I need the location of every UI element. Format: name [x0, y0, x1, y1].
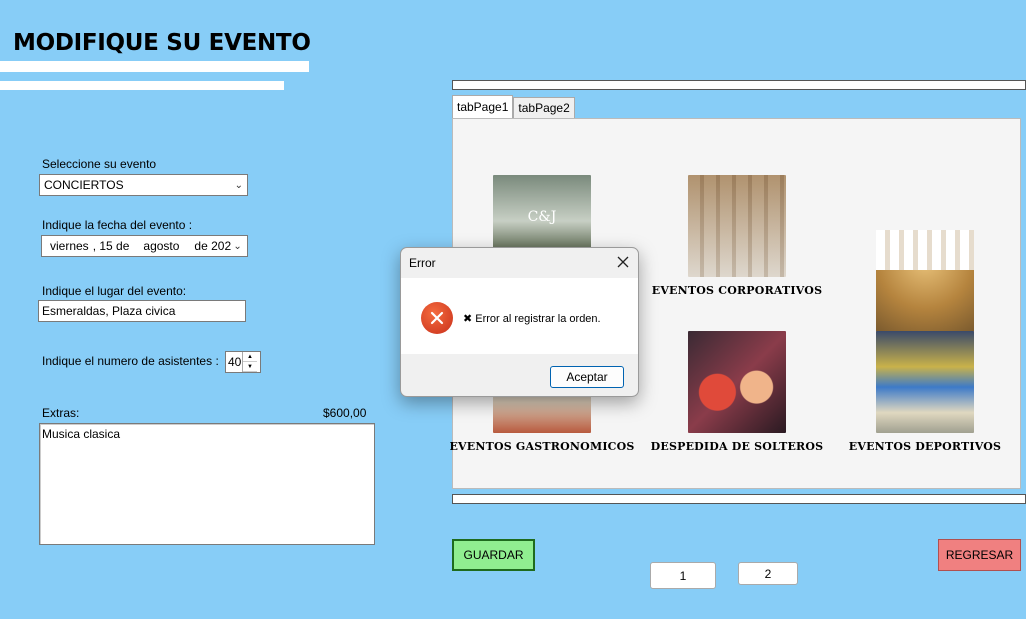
top-divider — [452, 80, 1026, 90]
event-caption: EVENTOS GASTRONOMICOS — [449, 440, 635, 453]
date-month[interactable]: agosto — [143, 239, 179, 253]
save-button[interactable]: GUARDAR — [452, 539, 535, 571]
dialog-message: ✖ Error al registrar la orden. — [463, 313, 601, 325]
back-button[interactable]: REGRESAR — [938, 539, 1021, 571]
stepper-down-icon[interactable]: ▼ — [243, 362, 257, 372]
event-place-label: Indique el lugar del evento: — [42, 284, 187, 298]
event-card-corporate[interactable]: EVENTOS CORPORATIVOS — [637, 175, 837, 297]
event-date-label: Indique la fecha del evento : — [42, 218, 193, 232]
event-place-input[interactable]: Esmeraldas, Plaza civica — [38, 300, 246, 322]
extras-price: $600,00 — [323, 406, 367, 420]
dialog-body: ✖ Error al registrar la orden. — [401, 278, 638, 354]
date-year[interactable]: de 2025 — [194, 239, 231, 253]
page-title: MODIFIQUE SU EVENTO — [13, 30, 311, 56]
event-type-label: Seleccione su evento — [42, 157, 157, 171]
chevron-down-icon[interactable]: ⌄ — [233, 241, 241, 252]
event-date-picker[interactable]: viernes , 15 de agosto de 2025 ⌄ — [41, 235, 248, 257]
event-type-select[interactable]: CONCIERTOS ⌄ — [39, 174, 248, 196]
event-card-baptism[interactable]: BAUTIZO — [825, 175, 1025, 352]
event-caption: EVENTOS CORPORATIVOS — [651, 284, 823, 297]
event-card-bachelor[interactable]: DESPEDIDA DE SOLTEROS — [637, 331, 837, 453]
date-day[interactable]: , 15 de — [93, 239, 130, 253]
page-1-button[interactable]: 1 — [650, 562, 716, 589]
title-underline-bar-2 — [0, 81, 284, 90]
event-image[interactable] — [688, 331, 786, 433]
event-image[interactable] — [688, 175, 786, 277]
attendees-label: Indique el numero de asistentes : — [42, 354, 219, 368]
bottom-divider — [452, 494, 1026, 504]
event-card-sports[interactable]: EVENTOS DEPORTIVOS — [825, 331, 1025, 453]
event-image[interactable] — [876, 230, 974, 332]
event-type-value: CONCIERTOS — [44, 178, 124, 192]
error-dialog: Error ✖ Error al registrar la orden. Ace… — [400, 247, 639, 397]
stepper-up-icon[interactable]: ▲ — [243, 352, 257, 362]
tab-page2[interactable]: tabPage2 — [513, 97, 575, 118]
extras-label: Extras: — [42, 406, 80, 420]
tab-strip: tabPage1 tabPage2 — [452, 95, 575, 118]
error-icon — [421, 302, 453, 334]
dialog-title: Error — [409, 256, 436, 270]
page-2-button[interactable]: 2 — [738, 562, 798, 585]
title-underline-bar — [0, 61, 309, 72]
extras-textarea[interactable]: Musica clasica — [39, 423, 375, 545]
close-icon[interactable] — [608, 248, 638, 276]
ok-button[interactable]: Aceptar — [550, 366, 624, 388]
attendees-value[interactable]: 40 — [226, 352, 242, 372]
event-caption: DESPEDIDA DE SOLTEROS — [650, 440, 824, 453]
event-caption: EVENTOS DEPORTIVOS — [848, 440, 1002, 453]
chevron-down-icon: ⌄ — [234, 179, 243, 191]
tab-page1[interactable]: tabPage1 — [452, 95, 514, 118]
date-weekday[interactable]: viernes — [50, 239, 89, 253]
event-image[interactable] — [876, 331, 974, 433]
attendees-stepper[interactable]: 40 ▲ ▼ — [225, 351, 261, 373]
